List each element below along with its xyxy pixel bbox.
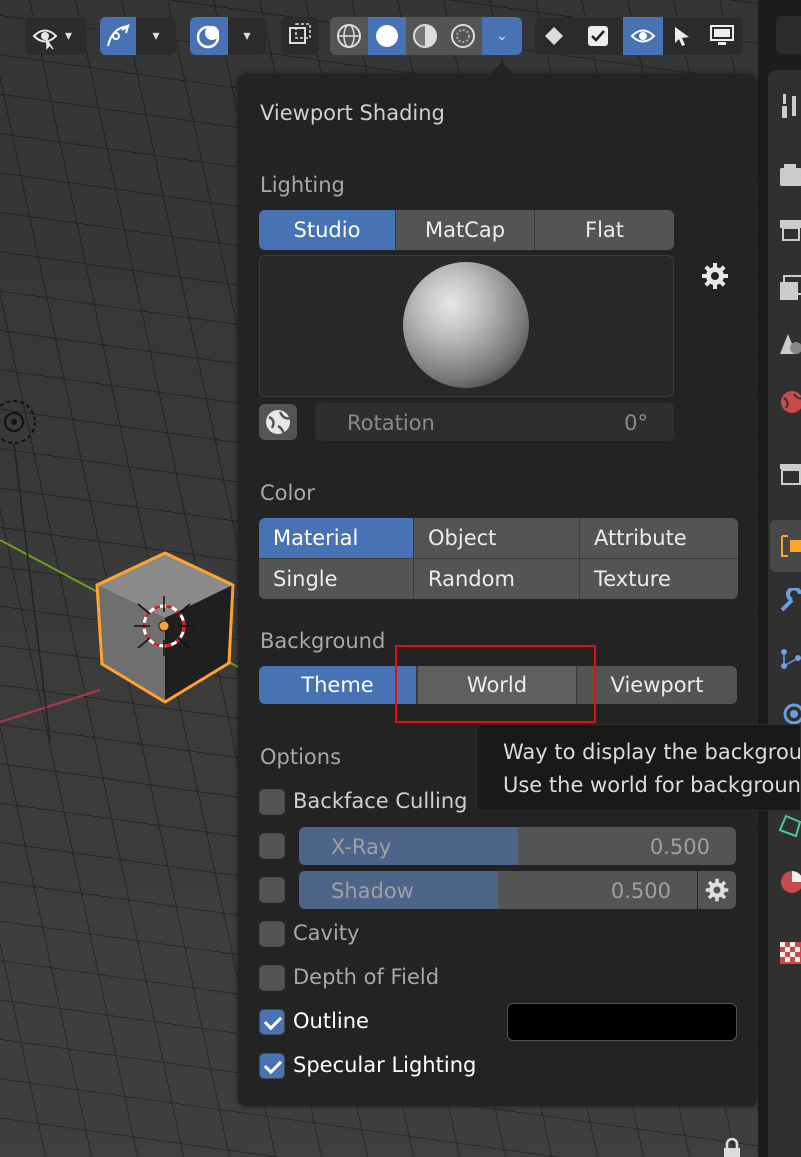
collection-icon[interactable] (778, 460, 801, 488)
studio-light-preview[interactable] (259, 255, 674, 397)
specular-lighting-label: Specular Lighting (293, 1053, 477, 1077)
outline-checkbox[interactable] (259, 1009, 285, 1035)
scene-icon[interactable] (778, 330, 801, 358)
xray-checkbox[interactable] (259, 833, 285, 859)
world-button-highlight-box (395, 645, 596, 723)
lighting-section-label: Lighting (260, 173, 345, 197)
material-preview-icon[interactable] (406, 17, 444, 55)
xray-value: 0.500 (649, 835, 710, 859)
data-icon[interactable] (778, 812, 801, 840)
rendered-icon[interactable] (444, 17, 482, 55)
viewport-shading-popover: Viewport Shading Lighting Studio MatCap … (238, 62, 757, 1106)
backface-culling-label: Backface Culling (293, 789, 468, 813)
background-section-label: Background (260, 629, 386, 653)
render-icon[interactable] (778, 162, 801, 190)
visibility-selectability-dropdown[interactable]: ▾ (25, 17, 87, 55)
xray-alpha-slider[interactable]: X-Ray 0.500 (299, 827, 736, 865)
color-random-button[interactable]: Random (414, 559, 579, 599)
lock-icon[interactable] (720, 1136, 744, 1157)
depth-of-field-label: Depth of Field (293, 965, 440, 989)
curve-icon (100, 17, 136, 55)
wireframe-icon[interactable] (330, 17, 368, 55)
specular-lighting-checkbox[interactable] (259, 1053, 285, 1079)
shadow-value: 0.500 (610, 879, 671, 903)
editor-type-button[interactable] (776, 16, 801, 54)
properties-editor (724, 0, 801, 1157)
diamond-icon[interactable] (535, 17, 573, 55)
xray-toggle-icon (287, 21, 313, 51)
depth-of-field-checkbox[interactable] (259, 965, 285, 991)
output-icon[interactable] (778, 216, 801, 244)
gizmo-dropdown[interactable]: ▾ (100, 17, 176, 55)
checkbox-icon[interactable] (573, 17, 623, 55)
color-single-button[interactable]: Single (259, 559, 413, 599)
shadow-label: Shadow (331, 879, 414, 903)
color-section-label: Color (260, 481, 315, 505)
xray-toggle-button[interactable] (281, 17, 319, 55)
chevron-down-icon: ▾ (243, 28, 251, 44)
background-tooltip: Way to display the backgrou Use the worl… (476, 724, 801, 811)
backface-culling-checkbox[interactable] (259, 789, 285, 815)
material-icon[interactable] (778, 868, 801, 896)
studio-rotation-field[interactable]: Rotation 0° (315, 403, 674, 441)
gear-icon (705, 878, 729, 902)
solid-icon[interactable] (368, 17, 406, 55)
shadow-settings-button[interactable] (698, 871, 736, 909)
rotation-value: 0° (624, 411, 648, 435)
world-space-lighting-toggle[interactable] (259, 404, 297, 440)
light-object (0, 400, 51, 741)
background-viewport-button[interactable]: Viewport (577, 666, 737, 704)
particles-icon[interactable] (778, 644, 801, 672)
color-attribute-button[interactable]: Attribute (580, 518, 738, 558)
chevron-down-icon: ⌄ (496, 28, 508, 44)
color-material-button[interactable]: Material (259, 518, 413, 558)
cube-object (95, 551, 235, 704)
chevron-down-icon: ▾ (152, 28, 160, 44)
eye-icon[interactable] (623, 17, 663, 55)
shading-mode-group: ⌄ (330, 17, 522, 55)
color-object-button[interactable]: Object (414, 518, 579, 558)
object-icon (781, 535, 801, 557)
tooltip-line-2: Use the world for backgroun (503, 773, 801, 797)
view-layer-icon[interactable] (778, 274, 801, 302)
tooltip-line-1: Way to display the backgrou (503, 740, 801, 764)
texture-icon[interactable] (778, 938, 801, 966)
shadow-intensity-slider[interactable]: Shadow 0.500 (299, 871, 697, 909)
lighting-flat-button[interactable]: Flat (535, 210, 674, 250)
lighting-mode-selector: Studio MatCap Flat (259, 210, 674, 250)
xray-label: X-Ray (331, 835, 392, 859)
viewport-header: ▾ ▾ ▾ ⌄ (0, 0, 758, 74)
lighting-studio-button[interactable]: Studio (259, 210, 396, 250)
popover-notch (490, 62, 514, 74)
cursor-icon[interactable] (663, 17, 701, 55)
cavity-checkbox[interactable] (259, 921, 285, 947)
toolbar-right-group (535, 17, 743, 55)
chevron-down-icon: ▾ (65, 28, 73, 44)
shading-popover-toggle[interactable]: ⌄ (482, 17, 522, 55)
eye-icon (25, 17, 65, 55)
rotation-label: Rotation (347, 411, 435, 435)
options-section-label: Options (260, 745, 342, 769)
color-mode-selector: Material Object Attribute Single Random … (259, 518, 738, 599)
cavity-label: Cavity (293, 921, 360, 945)
outline-label: Outline (293, 1009, 369, 1033)
popover-title: Viewport Shading (260, 101, 445, 125)
shadow-checkbox[interactable] (259, 877, 285, 903)
monitor-icon[interactable] (701, 17, 743, 55)
world-icon[interactable] (778, 388, 801, 416)
overlays-dropdown[interactable]: ▾ (190, 17, 266, 55)
tool-icon[interactable] (778, 92, 801, 120)
modifier-icon[interactable] (778, 588, 801, 616)
color-texture-button[interactable]: Texture (580, 559, 738, 599)
x-axis-line (0, 689, 101, 723)
studio-sphere-preview (403, 262, 529, 388)
background-theme-button[interactable]: Theme (259, 666, 417, 704)
overlay-icon (190, 17, 228, 55)
lighting-matcap-button[interactable]: MatCap (396, 210, 535, 250)
world-icon (266, 410, 291, 435)
outline-color-swatch[interactable] (507, 1003, 737, 1041)
gear-icon[interactable] (700, 261, 730, 291)
